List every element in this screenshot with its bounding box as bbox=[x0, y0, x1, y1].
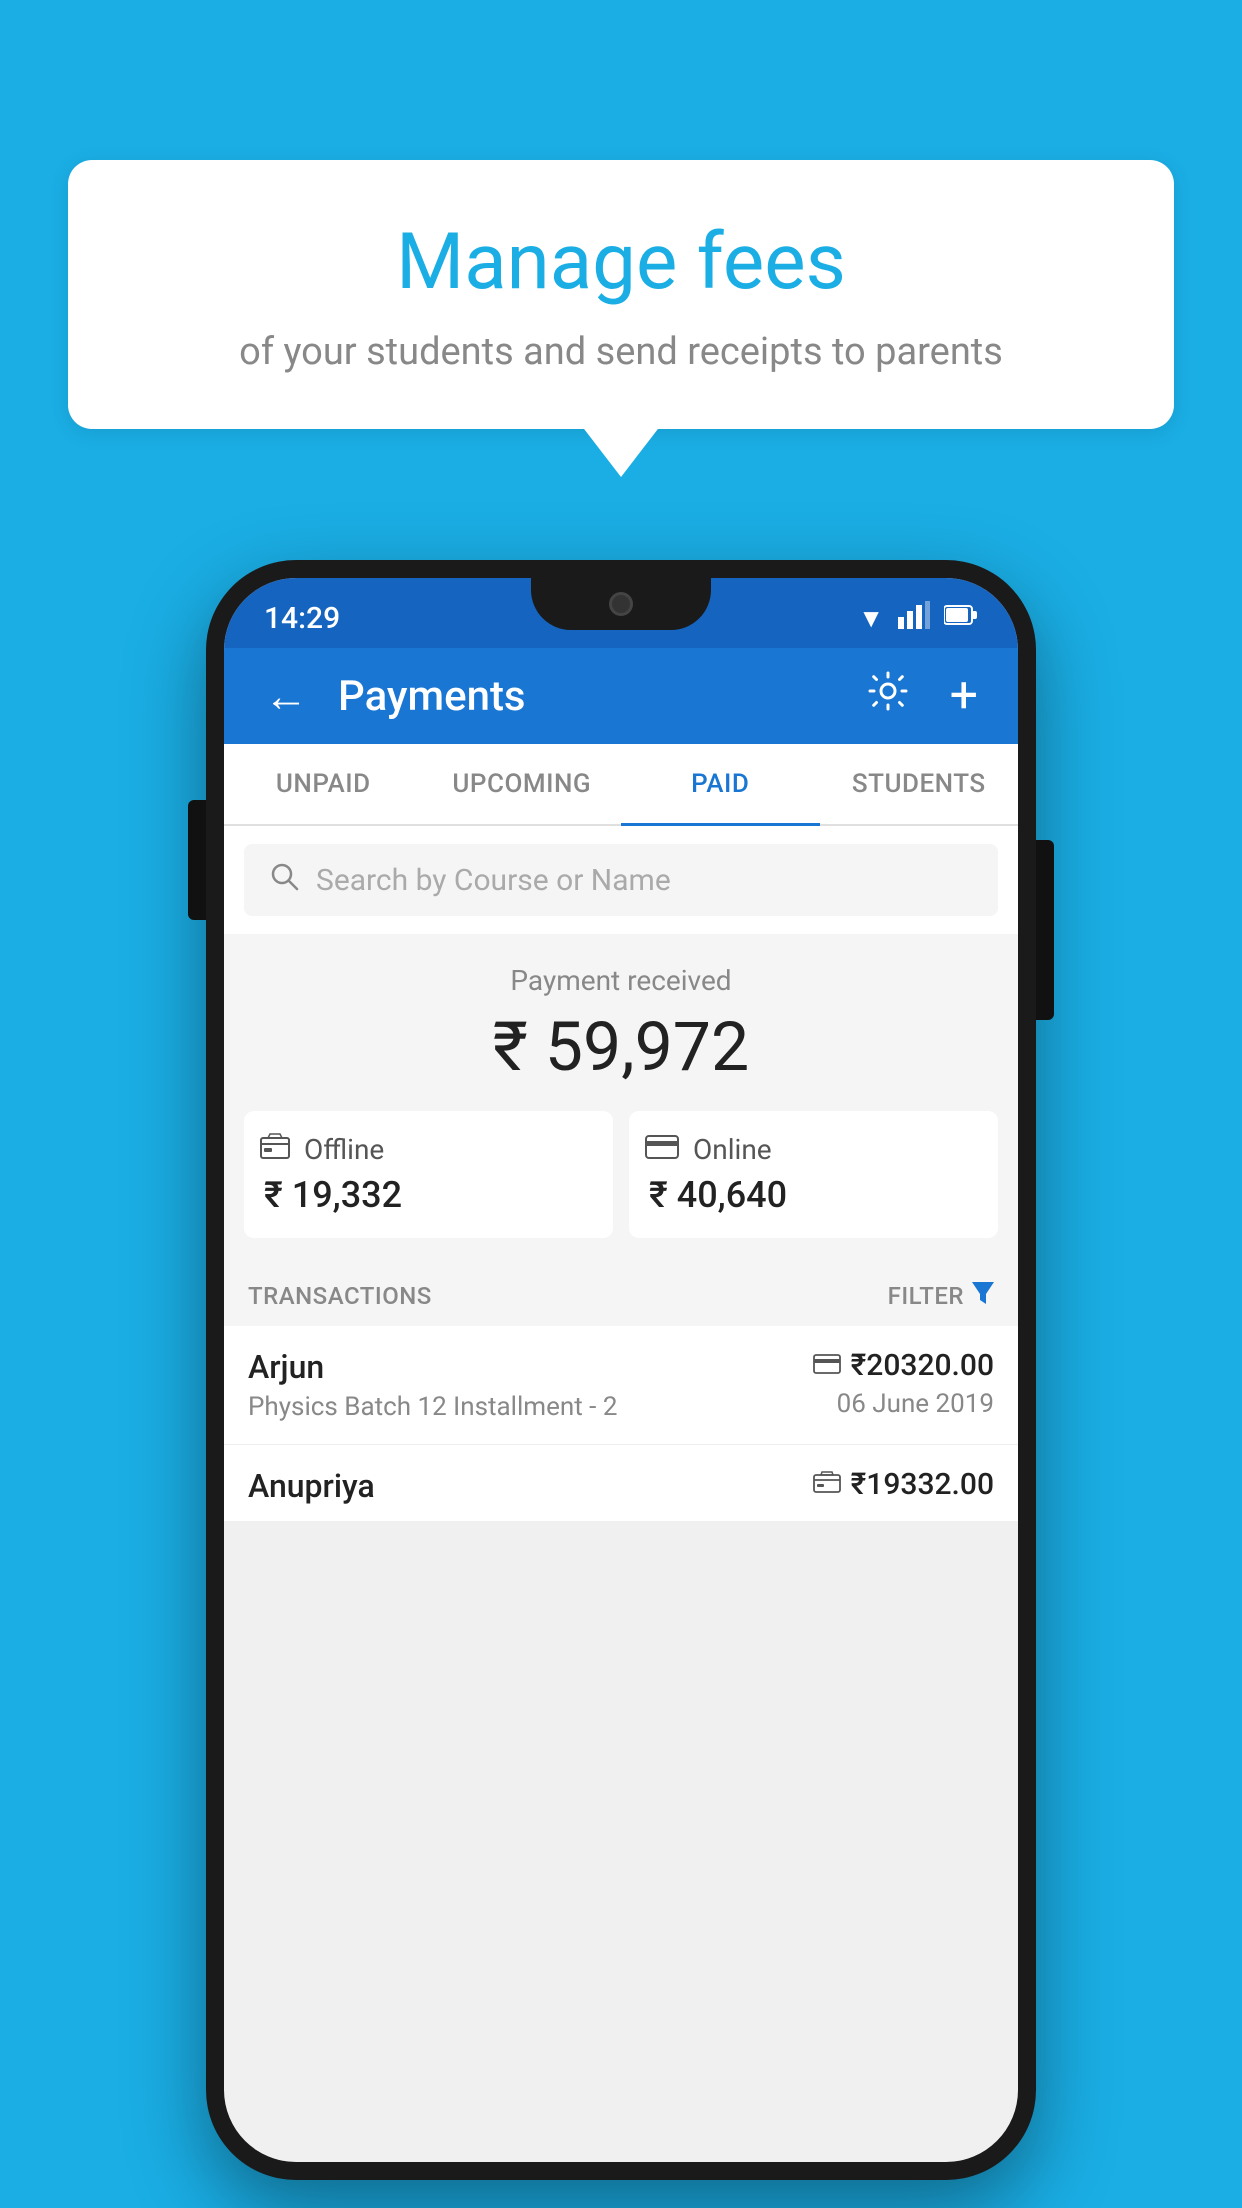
transactions-header: TRANSACTIONS FILTER bbox=[224, 1262, 1018, 1326]
transaction-amount: ₹20320.00 bbox=[851, 1348, 994, 1383]
amount-row: ₹20320.00 bbox=[813, 1348, 994, 1383]
online-label: Online bbox=[693, 1133, 772, 1166]
app-header: ← Payments + bbox=[224, 648, 1018, 744]
add-button[interactable]: + bbox=[940, 657, 988, 735]
transaction-date: 06 June 2019 bbox=[813, 1389, 994, 1419]
course-info: Physics Batch 12 Installment - 2 bbox=[248, 1392, 617, 1422]
offline-card-header: Offline bbox=[260, 1133, 384, 1166]
search-bar[interactable]: Search by Course or Name bbox=[244, 844, 998, 916]
offline-payment-icon bbox=[813, 1470, 841, 1500]
transaction-right: ₹20320.00 06 June 2019 bbox=[813, 1348, 994, 1419]
payment-received-label: Payment received bbox=[244, 964, 998, 997]
tab-unpaid[interactable]: UNPAID bbox=[224, 744, 423, 824]
phone-mockup: 14:29 ▼ bbox=[206, 560, 1036, 2180]
transaction-right: ₹19332.00 bbox=[813, 1467, 994, 1508]
offline-amount: ₹ 19,332 bbox=[260, 1174, 402, 1216]
status-time: 14:29 bbox=[264, 601, 340, 636]
speech-bubble: Manage fees of your students and send re… bbox=[68, 160, 1174, 429]
transaction-row[interactable]: Anupriya ₹1 bbox=[224, 1445, 1018, 1521]
amount-row: ₹19332.00 bbox=[813, 1467, 994, 1502]
bubble-title: Manage fees bbox=[118, 220, 1124, 306]
phone-screen: 14:29 ▼ bbox=[224, 578, 1018, 2162]
offline-icon bbox=[260, 1133, 290, 1166]
transactions-label: TRANSACTIONS bbox=[248, 1282, 432, 1310]
status-icons: ▼ bbox=[858, 601, 978, 636]
wifi-icon: ▼ bbox=[858, 603, 884, 634]
tab-paid[interactable]: PAID bbox=[621, 744, 820, 824]
phone-notch bbox=[531, 578, 711, 630]
tab-students[interactable]: STUDENTS bbox=[820, 744, 1019, 824]
total-amount: ₹ 59,972 bbox=[244, 1007, 998, 1087]
filter-label: FILTER bbox=[888, 1282, 964, 1310]
bubble-subtitle: of your students and send receipts to pa… bbox=[118, 326, 1124, 379]
transactions-list: Arjun Physics Batch 12 Installment - 2 bbox=[224, 1326, 1018, 1521]
filter-icon bbox=[972, 1282, 994, 1310]
tab-upcoming[interactable]: UPCOMING bbox=[423, 744, 622, 824]
student-name: Anupriya bbox=[248, 1467, 375, 1505]
online-amount: ₹ 40,640 bbox=[645, 1174, 787, 1216]
online-card-header: Online bbox=[645, 1133, 772, 1166]
payment-summary: Payment received ₹ 59,972 bbox=[224, 934, 1018, 1262]
search-icon bbox=[268, 860, 300, 900]
tab-bar: UNPAID UPCOMING PAID STUDENTS bbox=[224, 744, 1018, 826]
back-button[interactable]: ← bbox=[254, 660, 318, 732]
search-container: Search by Course or Name bbox=[224, 826, 1018, 934]
battery-icon bbox=[944, 603, 978, 633]
signal-icon bbox=[898, 601, 930, 636]
online-icon bbox=[645, 1133, 679, 1166]
transaction-row[interactable]: Arjun Physics Batch 12 Installment - 2 bbox=[224, 1326, 1018, 1445]
filter-button[interactable]: FILTER bbox=[888, 1282, 994, 1310]
transaction-left: Anupriya bbox=[248, 1467, 375, 1511]
offline-card: Offline ₹ 19,332 bbox=[244, 1111, 613, 1238]
transaction-left: Arjun Physics Batch 12 Installment - 2 bbox=[248, 1348, 617, 1422]
search-input[interactable]: Search by Course or Name bbox=[316, 863, 671, 898]
settings-icon[interactable] bbox=[856, 659, 920, 733]
card-payment-icon bbox=[813, 1351, 841, 1381]
payment-cards: Offline ₹ 19,332 bbox=[244, 1111, 998, 1238]
phone-frame: 14:29 ▼ bbox=[206, 560, 1036, 2180]
offline-label: Offline bbox=[304, 1133, 384, 1166]
student-name: Arjun bbox=[248, 1348, 617, 1386]
online-card: Online ₹ 40,640 bbox=[629, 1111, 998, 1238]
front-camera bbox=[609, 592, 633, 616]
transaction-amount: ₹19332.00 bbox=[851, 1467, 994, 1502]
page-title: Payments bbox=[338, 672, 836, 721]
